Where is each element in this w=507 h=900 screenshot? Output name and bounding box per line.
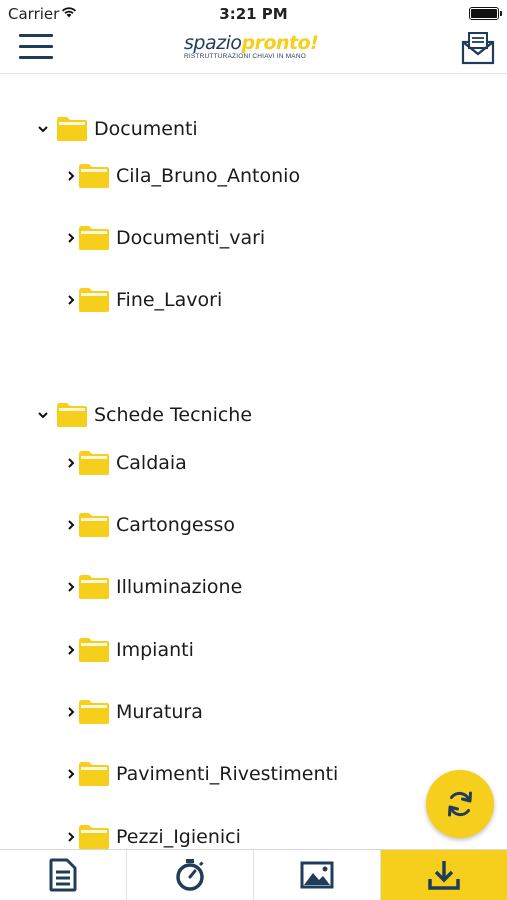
folder-icon: [79, 700, 109, 724]
hamburger-menu-icon[interactable]: [19, 34, 53, 64]
chevron-right-icon: [68, 582, 75, 592]
folder-icon: [79, 451, 109, 475]
chevron-down-icon: [38, 412, 48, 419]
logo-part1: spazio: [184, 32, 242, 54]
tab-timer[interactable]: [127, 850, 254, 900]
refresh-icon: [448, 791, 472, 817]
chevron-right-icon: [68, 233, 75, 243]
tree-item[interactable]: Pezzi_Igienici: [64, 819, 241, 849]
folder-icon: [79, 762, 109, 786]
tree-item[interactable]: Impianti: [64, 632, 194, 668]
tab-documents[interactable]: [0, 850, 127, 900]
tree-item-label: Caldaia: [116, 452, 187, 474]
tree-item-label: Muratura: [116, 701, 203, 723]
folder-icon: [79, 575, 109, 599]
download-icon: [428, 861, 460, 890]
chevron-down-icon: [38, 126, 48, 133]
image-icon: [300, 861, 334, 889]
tree-item-label: Illuminazione: [116, 576, 243, 598]
tree-item-label: Documenti_vari: [116, 227, 266, 249]
chevron-right-icon: [68, 458, 75, 468]
tree-item[interactable]: Illuminazione: [64, 569, 242, 605]
tree-item-label: Cartongesso: [116, 514, 236, 536]
tree-item[interactable]: Caldaia: [64, 445, 187, 481]
tree-item[interactable]: Fine_Lavori: [64, 282, 222, 318]
tree-item[interactable]: Cartongesso: [64, 507, 235, 543]
tree-item-label: Cila_Bruno_Antonio: [116, 165, 301, 187]
chevron-right-icon: [68, 832, 75, 842]
folder-icon: [57, 117, 87, 141]
mail-icon[interactable]: [461, 31, 495, 65]
tree-item-label: Pezzi_Igienici: [116, 826, 241, 848]
folder-icon: [79, 226, 109, 250]
folder-icon: [79, 513, 109, 537]
chevron-right-icon: [68, 171, 75, 181]
status-time: 3:21 PM: [219, 5, 288, 23]
chevron-right-icon: [68, 295, 75, 305]
folder-icon: [57, 403, 87, 427]
folder-tree: Documenti Cila_Bruno_Antonio Documenti_v…: [0, 75, 507, 849]
status-bar: Carrier 3:21 PM: [0, 0, 507, 28]
document-icon: [49, 858, 77, 892]
tree-item-label: Fine_Lavori: [116, 289, 223, 311]
refresh-button[interactable]: [426, 770, 494, 838]
tree-item[interactable]: Pavimenti_Rivestimenti: [64, 756, 338, 792]
folder-icon: [79, 825, 109, 849]
tree-item[interactable]: Documenti_vari: [64, 220, 265, 256]
tree-item[interactable]: Cila_Bruno_Antonio: [64, 158, 300, 194]
tree-item-label: Impianti: [116, 639, 194, 661]
tab-gallery[interactable]: [254, 850, 381, 900]
tree-item-label: Pavimenti_Rivestimenti: [116, 763, 339, 785]
folder-icon: [79, 164, 109, 188]
chevron-right-icon: [68, 645, 75, 655]
folder-icon: [79, 638, 109, 662]
app-header: spaziopronto! RISTRUTTURAZIONI CHIAVI IN…: [0, 28, 507, 74]
chevron-right-icon: [68, 769, 75, 779]
tree-section-schede-tecniche[interactable]: Schede Tecniche: [36, 397, 252, 433]
tree-section-label: Schede Tecniche: [94, 404, 253, 426]
logo-part2: pronto!: [241, 32, 319, 54]
logo-tagline: RISTRUTTURAZIONI CHIAVI IN MANO: [184, 53, 306, 60]
folder-icon: [79, 288, 109, 312]
app-logo: spaziopronto! RISTRUTTURAZIONI CHIAVI IN…: [184, 32, 329, 68]
tree-section-label: Documenti: [94, 118, 198, 140]
tree-section-documenti[interactable]: Documenti: [36, 111, 198, 147]
stopwatch-icon: [176, 859, 204, 891]
bottom-tab-bar: [0, 849, 507, 900]
battery-icon: [469, 7, 502, 20]
tree-item[interactable]: Muratura: [64, 694, 203, 730]
tab-downloads[interactable]: [381, 850, 507, 900]
chevron-right-icon: [68, 520, 75, 530]
chevron-right-icon: [68, 707, 75, 717]
